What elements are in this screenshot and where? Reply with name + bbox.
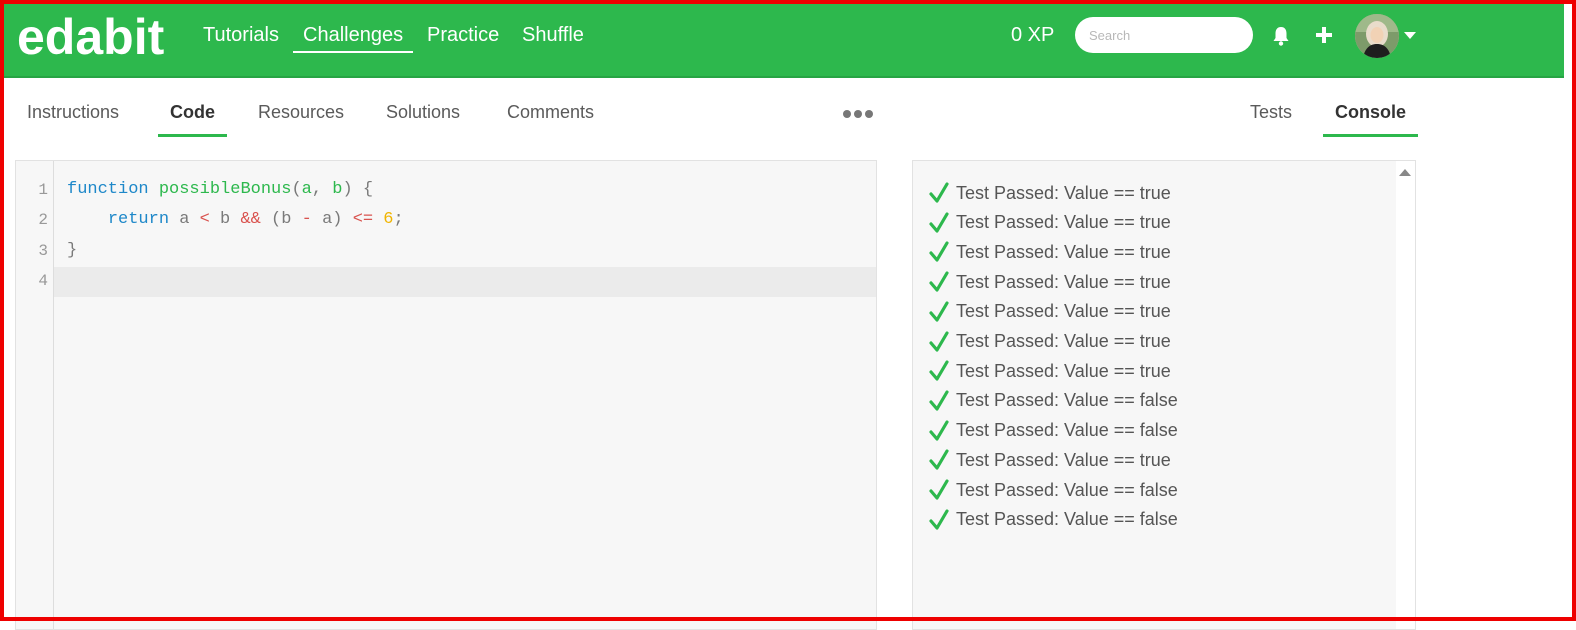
console-scrollbar[interactable] [1396,161,1415,629]
check-icon [929,390,949,411]
more-dots-icon[interactable] [842,108,874,120]
test-result-row: Test Passed: Value == true [929,178,1171,208]
tab-resources[interactable]: Resources [258,101,344,134]
check-icon [929,360,949,381]
line-number: 2 [38,211,48,229]
test-result-row: Test Passed: Value == true [929,208,1171,238]
edabit-logo[interactable]: edabit [17,8,164,66]
check-icon [929,449,949,470]
top-navbar: edabit Tutorials Challenges Practice Shu… [4,4,1564,78]
nav-link-shuffle[interactable]: Shuffle [522,23,584,47]
chevron-down-icon[interactable] [1404,32,1416,40]
code-token: b [209,210,241,229]
bell-icon[interactable] [1271,25,1291,47]
tab-console[interactable]: Console [1323,101,1419,137]
code-token: && [240,210,261,229]
test-result-row: Test Passed: Value == false [929,505,1178,535]
search-input[interactable] [1075,17,1253,53]
code-token: 6 [383,210,394,229]
test-result-row: Test Passed: Value == true [929,356,1171,386]
nav-link-challenges[interactable]: Challenges [293,23,414,53]
test-result-text: Test Passed: Value == false [956,420,1178,441]
plus-icon[interactable] [1314,25,1334,45]
code-editor[interactable]: 1 2 3 4 function possibleBonus(a, b) { r… [15,160,877,630]
code-line-2[interactable]: return a < b && (b - a) <= 6; [67,205,404,235]
code-token: - [301,210,312,229]
test-result-text: Test Passed: Value == true [956,241,1171,262]
code-token: <= [352,210,374,229]
code-line-3[interactable]: } [67,236,77,266]
check-icon [929,241,949,262]
avatar[interactable] [1355,14,1399,58]
check-icon [929,301,949,322]
xp-counter: 0 XP [1011,24,1055,46]
check-icon [929,271,949,292]
test-result-row: Test Passed: Value == false [929,386,1178,416]
test-result-text: Test Passed: Value == false [956,479,1178,500]
code-token: , [311,180,333,199]
check-icon [929,212,949,233]
code-token: return [107,210,170,229]
tab-code[interactable]: Code [158,101,227,137]
test-result-text: Test Passed: Value == true [956,449,1171,470]
test-result-text: Test Passed: Value == true [956,182,1171,203]
test-result-row: Test Passed: Value == false [929,416,1178,446]
code-token: b [332,180,343,199]
code-token: < [199,210,210,229]
line-number-gutter: 1 2 3 4 [16,161,54,629]
avatar-picture [1355,14,1399,58]
line-number: 1 [38,181,48,199]
nav-link-tutorials[interactable]: Tutorials [203,23,279,47]
check-icon [929,419,949,441]
tab-comments[interactable]: Comments [507,101,594,134]
code-token: ) { [342,180,374,199]
check-icon [929,479,949,500]
console-panel: Test Passed: Value == true Test Passed: V… [912,160,1416,630]
code-token: a [301,180,312,199]
test-result-row: Test Passed: Value == true [929,267,1171,297]
test-result-text: Test Passed: Value == true [956,360,1171,381]
check-icon [929,182,949,203]
test-result-row: Test Passed: Value == false [929,475,1178,505]
code-token: possibleBonus [158,180,292,199]
test-result-row: Test Passed: Value == true [929,297,1171,327]
line-number: 4 [38,272,48,290]
code-token: function [67,180,149,199]
code-token: a) [311,210,353,229]
nav-link-practice[interactable]: Practice [427,23,499,47]
active-line-highlight [54,267,876,297]
check-icon [929,509,949,530]
test-result-text: Test Passed: Value == true [956,212,1171,233]
tab-tests[interactable]: Tests [1250,101,1292,134]
test-result-text: Test Passed: Value == false [956,509,1178,530]
test-result-row: Test Passed: Value == true [929,327,1171,357]
check-icon [929,330,949,352]
test-result-row: Test Passed: Value == true [929,237,1171,267]
line-number: 3 [38,242,48,260]
code-token: a [169,210,200,229]
code-token: (b [260,210,302,229]
code-token: } [67,241,78,260]
scroll-up-icon[interactable] [1399,168,1411,176]
code-token: ( [291,180,302,199]
code-line-1[interactable]: function possibleBonus(a, b) { [67,175,373,205]
test-result-text: Test Passed: Value == true [956,271,1171,292]
test-result-text: Test Passed: Value == true [956,331,1171,351]
code-token: ; [393,210,404,229]
test-result-text: Test Passed: Value == true [956,301,1171,322]
test-result-text: Test Passed: Value == false [956,390,1178,411]
test-result-row: Test Passed: Value == true [929,445,1171,475]
tab-solutions[interactable]: Solutions [386,101,460,134]
tab-instructions[interactable]: Instructions [27,101,119,134]
